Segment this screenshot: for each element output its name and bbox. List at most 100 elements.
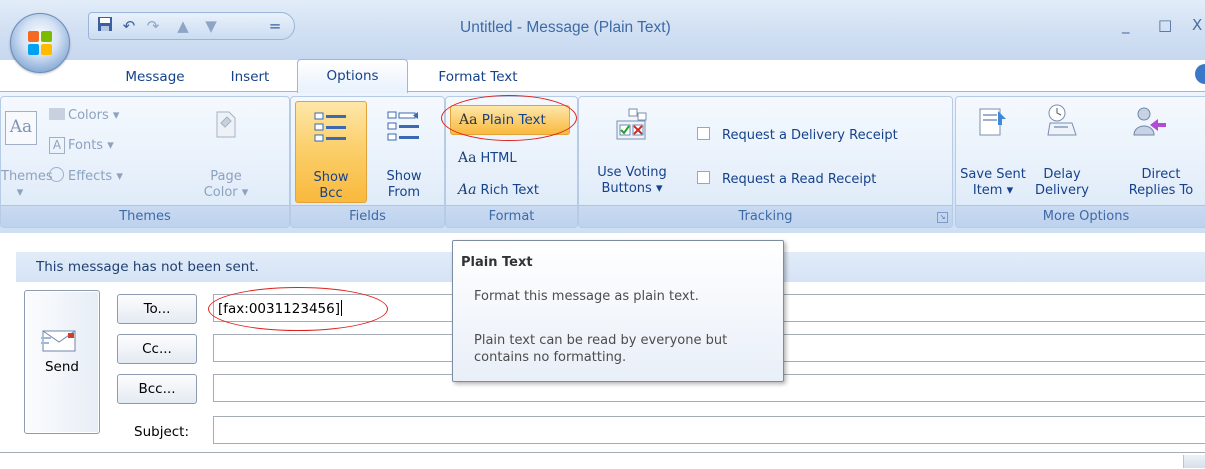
html-icon: Aa — [458, 150, 477, 166]
delivery-receipt-check[interactable] — [697, 127, 710, 140]
themes-icon: Aa — [5, 111, 37, 145]
customize-dropdown-icon[interactable]: = — [265, 16, 285, 36]
save-sent-item-icon — [979, 108, 1006, 136]
tooltip-line2: Plain text can be read by everyone but c… — [474, 333, 728, 365]
delay-delivery-icon — [1047, 104, 1077, 136]
show-bcc-button[interactable]: Show Bcc — [295, 101, 367, 203]
themes-group: Aa Themes ▾ Colors ▾ A Fonts ▾ Effects ▾ … — [0, 96, 290, 228]
maximize-button[interactable]: □ — [1158, 16, 1172, 34]
show-bcc-line1: Show — [313, 170, 349, 185]
tracking-group: Use Voting Buttons ▾ Request a Delivery … — [578, 96, 953, 228]
office-button[interactable] — [10, 13, 70, 73]
read-receipt-check[interactable] — [697, 171, 710, 184]
to-field-value: [fax:0031123456] — [218, 301, 340, 317]
colors-label: Colors — [68, 108, 109, 123]
fields-group-label: Fields — [291, 205, 444, 227]
page-color-icon — [213, 109, 237, 139]
effects-icon — [49, 167, 64, 182]
fonts-label: Fonts — [68, 138, 104, 153]
more-options-group-label: More Options — [956, 205, 1205, 227]
save-sent-line1: Save Sent — [960, 167, 1026, 182]
save-sent-item-button[interactable]: Save Sent Item ▾ — [956, 167, 1030, 199]
scrollbar[interactable] — [1183, 455, 1205, 468]
minimize-button[interactable]: _ — [1122, 16, 1130, 34]
direct-replies-icon — [1133, 107, 1166, 136]
voting-line1: Use Voting — [597, 165, 667, 180]
title-bar: ↶ ↷ ▲ ▼ = Untitled - Message (Plain Text… — [0, 0, 1205, 60]
plain-text-button[interactable]: Aa Plain Text — [450, 105, 570, 135]
tooltip-line1: Format this message as plain text. — [474, 289, 699, 304]
page-color-button[interactable]: Page Color ▾ — [201, 169, 251, 201]
office-logo-icon — [28, 31, 52, 55]
rich-text-icon: Aa — [458, 182, 477, 198]
tab-options[interactable]: Options — [297, 59, 408, 93]
themes-group-label: Themes — [1, 205, 289, 227]
page-color-line2: Color — [203, 185, 238, 200]
text-caret — [341, 300, 342, 316]
next-item-icon[interactable]: ▼ — [201, 16, 221, 36]
tracking-label-text: Tracking — [738, 209, 793, 224]
delay-line1: Delay — [1043, 167, 1081, 182]
effects-label: Effects — [68, 169, 113, 184]
direct-replies-button[interactable]: Direct Replies To — [1106, 167, 1205, 199]
previous-item-icon[interactable]: ▲ — [173, 16, 193, 36]
message-body[interactable] — [0, 452, 1205, 469]
effects-button[interactable]: Effects ▾ — [49, 167, 123, 186]
delay-line2: Delivery — [1035, 183, 1089, 198]
undo-icon[interactable]: ↶ — [119, 16, 139, 36]
close-button[interactable]: X — [1192, 16, 1202, 34]
voting-line2: Buttons — [601, 181, 652, 196]
tab-format-text[interactable]: Format Text — [418, 63, 538, 91]
fonts-button[interactable]: A Fonts ▾ — [49, 137, 114, 155]
save-icon[interactable] — [95, 16, 115, 36]
delivery-receipt-label: Request a Delivery Receipt — [722, 128, 898, 143]
cc-button[interactable]: Cc... — [117, 334, 197, 364]
plain-text-label: Plain Text — [481, 112, 546, 128]
format-group: Aa Plain Text Aa HTML Aa Rich Text Format — [445, 96, 578, 228]
voting-buttons-icon — [616, 108, 647, 140]
help-icon[interactable] — [1195, 64, 1205, 84]
tracking-group-label: Tracking — [579, 205, 952, 227]
show-from-line1: Show — [386, 169, 422, 184]
tracking-dialog-launcher-icon[interactable]: ↘ — [937, 212, 948, 223]
show-from-button[interactable]: Show From — [369, 101, 439, 201]
send-icon — [41, 330, 76, 352]
html-button[interactable]: Aa HTML — [458, 149, 517, 168]
use-voting-buttons-button[interactable]: Use Voting Buttons ▾ — [587, 165, 677, 197]
tab-message[interactable]: Message — [110, 63, 200, 91]
subject-label: Subject: — [134, 424, 190, 440]
show-bcc-icon — [314, 112, 346, 142]
fonts-icon: A — [49, 137, 65, 154]
to-button[interactable]: To... — [117, 294, 197, 324]
plain-text-icon: Aa — [459, 112, 478, 128]
delay-delivery-button[interactable]: Delay Delivery — [1032, 167, 1092, 199]
send-button[interactable]: Send — [24, 290, 100, 434]
redo-icon[interactable]: ↷ — [143, 16, 163, 36]
read-receipt-label: Request a Read Receipt — [722, 172, 877, 187]
delivery-receipt-checkbox[interactable]: Request a Delivery Receipt — [697, 127, 898, 145]
show-from-line2: From — [387, 185, 421, 200]
colors-button[interactable]: Colors ▾ — [49, 107, 119, 125]
colors-icon — [49, 108, 65, 120]
direct-line1: Direct — [1141, 167, 1181, 182]
fields-group: Show Bcc Show From Fields — [290, 96, 445, 228]
tab-insert[interactable]: Insert — [210, 63, 290, 91]
save-sent-line2: Item — [972, 183, 1003, 198]
rich-text-button[interactable]: Aa Rich Text — [458, 181, 539, 200]
subject-field[interactable] — [213, 416, 1205, 444]
tooltip-title: Plain Text — [461, 255, 533, 270]
themes-dropdown-icon[interactable]: ▾ — [15, 185, 25, 201]
html-label: HTML — [480, 151, 517, 166]
format-group-label: Format — [446, 205, 577, 227]
quick-access-toolbar: ↶ ↷ ▲ ▼ = — [88, 12, 295, 40]
show-from-icon — [387, 111, 419, 141]
plain-text-tooltip: Plain Text Format this message as plain … — [452, 240, 784, 382]
more-options-group: Save Sent Item ▾ Delay Delivery Direct R… — [955, 96, 1205, 228]
page-color-line1: Page — [210, 169, 242, 184]
bcc-button[interactable]: Bcc... — [117, 374, 197, 404]
themes-button[interactable]: Themes — [1, 169, 53, 185]
rich-text-label: Rich Text — [480, 183, 539, 198]
send-label: Send — [44, 359, 79, 375]
read-receipt-checkbox[interactable]: Request a Read Receipt — [697, 171, 876, 189]
ribbon: Aa Themes ▾ Colors ▾ A Fonts ▾ Effects ▾ … — [0, 91, 1205, 233]
